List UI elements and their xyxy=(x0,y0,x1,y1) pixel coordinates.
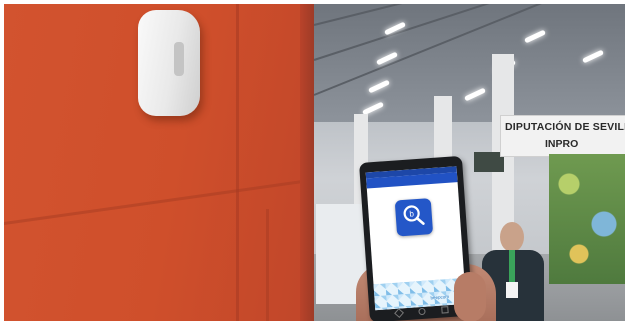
ceiling-light xyxy=(367,79,391,94)
booth-sign: DIPUTACIÓN DE SEVILLA INPRO xyxy=(500,115,625,157)
name-badge xyxy=(506,282,518,298)
ceiling xyxy=(313,4,625,122)
search-magnifier-icon: b xyxy=(403,205,425,225)
photo-frame: DIPUTACIÓN DE SEVILLA INPRO b Explora be xyxy=(4,4,625,321)
lanyard xyxy=(509,250,515,284)
wall-seam xyxy=(236,4,239,321)
back-button[interactable] xyxy=(394,308,405,319)
booth-panel xyxy=(549,154,625,284)
person-head xyxy=(500,222,524,252)
thumb xyxy=(454,272,486,321)
home-button[interactable] xyxy=(418,307,426,316)
orange-wall xyxy=(4,4,316,321)
wall-seam xyxy=(266,209,269,321)
ceiling-light xyxy=(523,29,547,44)
app-label: Explora xyxy=(409,250,424,257)
sign-line1: DIPUTACIÓN DE SEVILLA xyxy=(505,121,625,133)
beacon-sensor xyxy=(138,10,200,116)
recents-button[interactable] xyxy=(441,306,449,314)
ceiling-beam xyxy=(313,4,612,96)
phone-screen: b Explora beepcom xyxy=(365,166,467,311)
ceiling-light xyxy=(463,87,487,102)
svg-text:b: b xyxy=(409,209,415,218)
ceiling-light xyxy=(581,49,605,64)
sensor-slot xyxy=(174,42,184,76)
explora-app-icon[interactable]: b Explora xyxy=(394,198,434,257)
sign-line2: INPRO xyxy=(545,138,579,150)
booth-graphics xyxy=(549,154,625,284)
